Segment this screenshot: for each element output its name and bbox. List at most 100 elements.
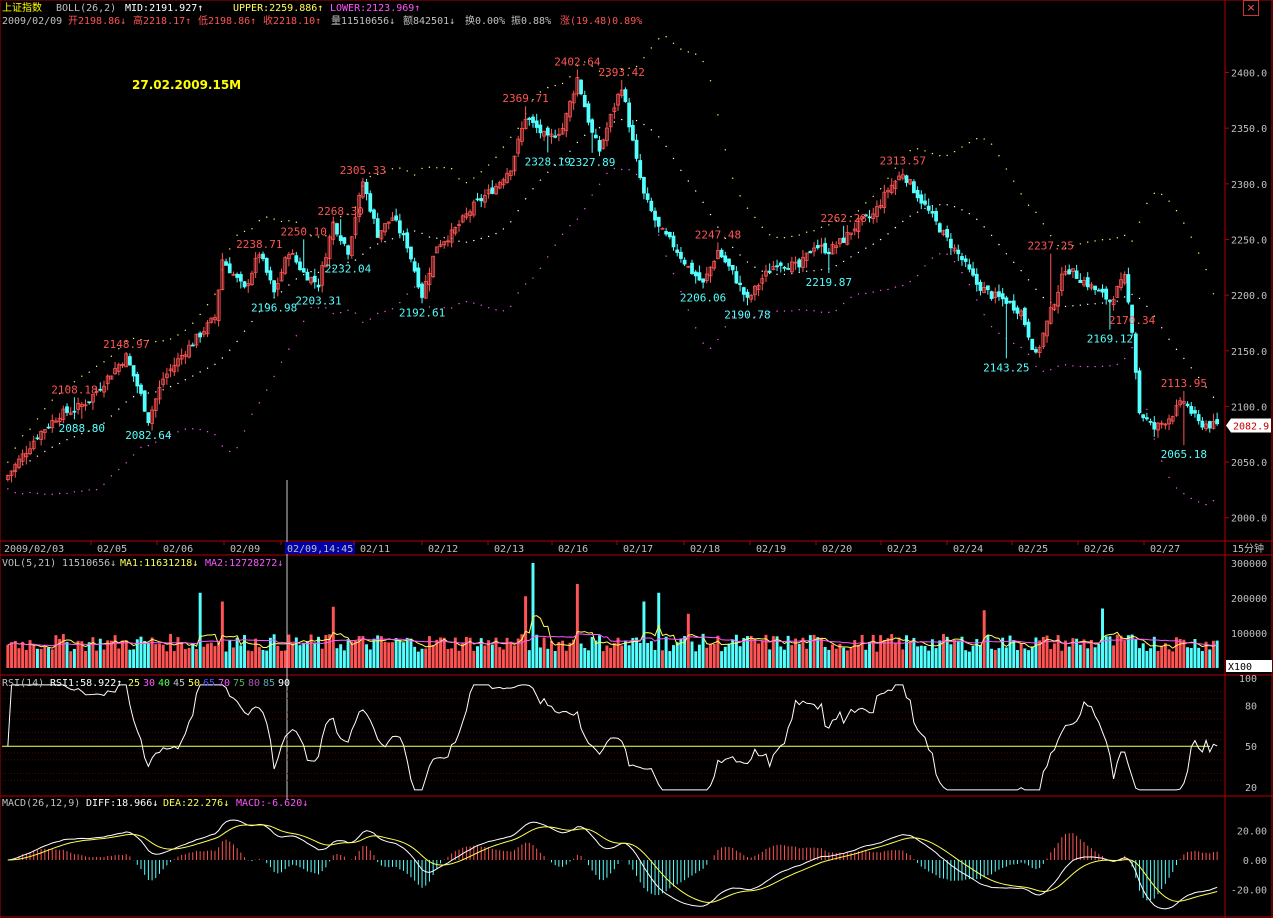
volume-bar <box>879 635 883 668</box>
high-label: 2262.28 <box>820 212 866 225</box>
rsi-level-label: 80 <box>248 678 260 689</box>
boll-mid-line-dot <box>680 169 682 172</box>
volume-bar <box>1019 643 1023 668</box>
rsi-level-label: 25 <box>128 678 140 689</box>
boll-upper-line-dot <box>658 38 660 40</box>
boll-lower-line-dot <box>672 272 675 275</box>
boll-lower-line-dot <box>58 492 61 495</box>
boll-lower-line-dot <box>258 402 261 404</box>
candle-body <box>364 181 369 195</box>
candle-body <box>579 79 583 95</box>
boll-mid-line-dot <box>916 211 919 213</box>
volume-bar <box>372 638 376 668</box>
volume-bar <box>95 650 99 668</box>
volume-bar <box>816 637 820 668</box>
candle-body <box>65 406 69 413</box>
volume-bar <box>121 640 124 668</box>
volume-bar <box>224 651 228 668</box>
boll-mid-line-dot <box>354 259 357 261</box>
boll-lower-line-dot <box>894 286 897 288</box>
boll-mid-line-dot <box>517 209 519 212</box>
boll-mid-line-dot <box>746 261 749 263</box>
candle-body <box>912 181 916 194</box>
boll-upper-line-dot <box>1205 268 1207 271</box>
boll-lower-line-dot <box>473 302 475 304</box>
candle-body <box>1207 421 1212 429</box>
boll-lower-line-dot <box>1205 503 1207 506</box>
high-label: 2238.71 <box>236 238 282 251</box>
volume-bar <box>169 633 173 668</box>
boll-mid-line-dot <box>1013 261 1015 264</box>
volume-bar <box>298 645 302 668</box>
low-label: 2232.04 <box>325 262 372 275</box>
boll-lower-line-dot <box>717 338 719 341</box>
boll-lower-line-dot <box>103 483 105 486</box>
volume-bar <box>268 637 272 668</box>
boll-mid-line-dot <box>421 232 423 235</box>
boll-mid-line-dot <box>598 127 601 129</box>
boll-mid-line-dot <box>865 247 867 249</box>
volume-bar <box>32 645 36 668</box>
candle-body <box>623 89 628 102</box>
volume-bar <box>416 651 420 668</box>
candle-body <box>1133 333 1138 373</box>
candle-body <box>690 262 694 274</box>
boll-mid-line-dot <box>384 241 386 243</box>
low-label: 2203.31 <box>295 294 341 307</box>
boll-upper-line-dot <box>998 155 1000 157</box>
boll-mid-line-dot <box>280 291 283 293</box>
candle-body <box>1004 297 1009 304</box>
high-label: 2148.97 <box>103 338 149 351</box>
header-turnover: 换0.00% <box>465 14 505 27</box>
candle-body <box>479 198 484 202</box>
boll-lower-line-dot <box>798 309 800 311</box>
candle-body <box>978 281 983 291</box>
volume-bar <box>476 646 479 668</box>
boll-upper-line-dot <box>887 177 889 179</box>
candle-body <box>242 281 247 288</box>
volume-bar <box>1030 646 1034 668</box>
close-icon[interactable]: × <box>1243 0 1259 16</box>
boll-lower-line-dot <box>192 428 194 430</box>
boll-mid-line-dot <box>939 204 941 206</box>
boll-upper-line-dot <box>14 447 16 449</box>
candle-body <box>368 193 373 212</box>
volume-bar <box>557 642 561 668</box>
x-axis-label: 02/05 <box>97 544 127 555</box>
boll-upper-line-dot <box>1109 238 1111 241</box>
candle-body <box>335 223 339 235</box>
boll-upper-line-dot <box>990 143 993 145</box>
header-close: 收2218.10↑ <box>263 14 321 27</box>
boll-mid-line-dot <box>946 204 948 206</box>
candle-body <box>235 273 240 278</box>
volume-bar <box>853 640 857 668</box>
boll-mid-line-dot <box>1131 293 1133 296</box>
volume-bar <box>187 647 191 668</box>
candle-body <box>808 250 813 254</box>
boll-lower-line-dot <box>184 428 187 430</box>
boll-mid-line-dot <box>983 226 985 228</box>
boll-upper-line-dot <box>687 51 690 53</box>
candle-body <box>671 235 676 248</box>
volume-bar <box>1093 647 1097 668</box>
boll-upper-line-dot <box>872 195 874 198</box>
volume-bar <box>154 644 158 668</box>
volume-bar <box>72 648 76 668</box>
boll-mid-line-dot <box>798 271 800 274</box>
candle-body <box>786 268 791 270</box>
header-index-name: 上证指数 <box>2 1 42 14</box>
boll-lower-line-dot <box>576 218 579 220</box>
header-amount: 额842501↓ <box>403 14 455 27</box>
volume-bar <box>546 648 550 668</box>
boll-upper-line-dot <box>421 167 423 170</box>
boll-mid-line-dot <box>872 243 874 245</box>
volume-bar <box>1167 649 1171 668</box>
x-axis-label: 02/27 <box>1150 544 1180 555</box>
boll-upper-line-dot <box>110 355 113 357</box>
low-label: 2065.18 <box>1161 448 1207 461</box>
chart-canvas[interactable]: 2000.0 2050.0 2100.0 2150.0 2200.0 2250.0 2300… <box>0 0 1273 918</box>
rsi-level-label: 75 <box>233 678 245 689</box>
boll-upper-line-dot <box>702 60 704 63</box>
boll-lower-line-dot <box>532 277 534 279</box>
boll-upper-line-dot <box>761 226 763 228</box>
